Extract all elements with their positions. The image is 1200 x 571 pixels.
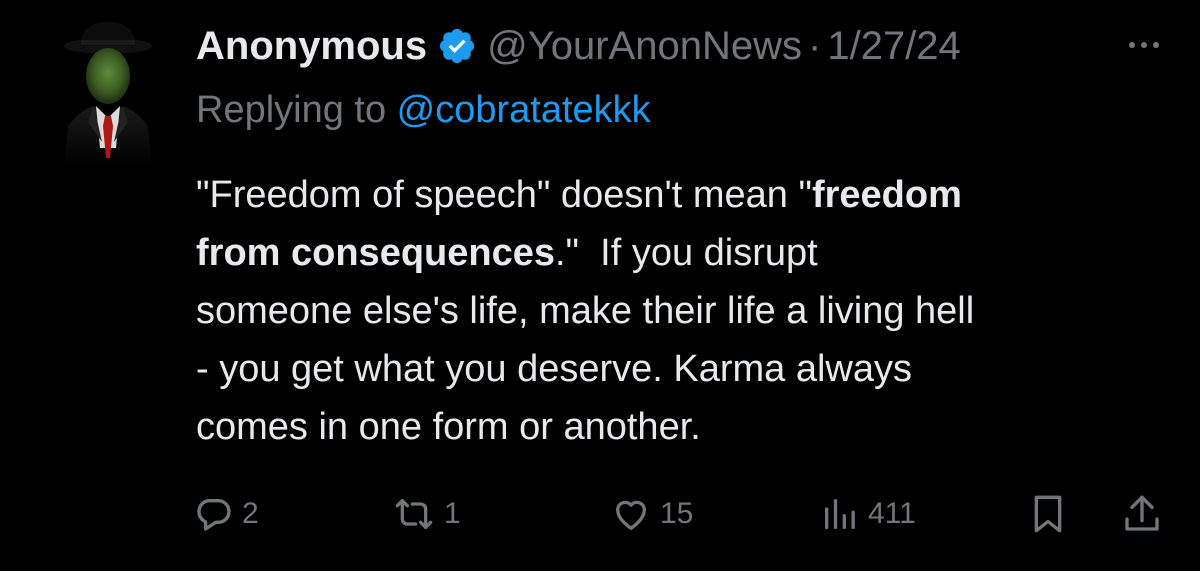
avatar[interactable] [58,18,158,168]
reply-button[interactable]: 2 [194,490,259,538]
tweet-text-line: someone else's life, make their life a l… [196,290,975,332]
repost-icon [395,499,433,529]
bookmark-icon [1034,495,1062,533]
share-button[interactable] [1122,490,1162,538]
bookmark-button[interactable] [1028,490,1068,538]
tweet-text-line: comes in one form or another. [196,406,701,448]
reply-count: 2 [242,497,259,530]
tweet-text: "Freedom of speech" doesn't mean "freedo… [196,166,1186,456]
replying-to: Replying to @cobratatekkk [196,86,651,134]
like-button[interactable]: 15 [610,490,693,538]
tweet-text-line: from consequences." If you disrupt [196,224,1186,282]
repost-count: 1 [444,497,461,530]
tweet-header: Anonymous @YourAnonNews · 1/27/24 [196,22,961,70]
anonymous-avatar-icon [64,22,152,168]
tweet-text-bold: freedom [811,174,962,216]
tweet-text-line: - you get what you deserve. Karma always [196,348,913,390]
views-count: 411 [868,497,916,530]
views-icon [825,499,855,529]
tweet-text-line: "Freedom of speech" doesn't mean "freedo… [196,166,1186,224]
action-bar: 2 1 15 411 [0,490,1200,538]
header-separator: · [808,24,822,68]
author-handle[interactable]: @YourAnonNews [487,22,802,70]
more-options-icon[interactable] [1124,30,1164,60]
replying-to-label: Replying to [196,89,397,131]
share-icon [1125,495,1159,531]
like-count: 15 [660,497,694,530]
reply-icon [197,499,231,531]
display-name[interactable]: Anonymous [196,22,427,70]
reply-to-handle[interactable]: @cobratatekkk [397,89,651,131]
tweet-text-segment: ." If you disrupt [555,232,818,274]
views-button[interactable]: 411 [820,490,916,538]
tweet-text-segment: "Freedom of speech" doesn't mean " [196,174,812,216]
repost-button[interactable]: 1 [392,490,461,538]
tweet-text-bold: from consequences [196,232,555,274]
verified-badge-icon[interactable] [437,26,477,66]
tweet-date[interactable]: 1/27/24 [827,22,960,70]
like-icon [616,500,646,530]
tweet[interactable]: Anonymous @YourAnonNews · 1/27/24 Replyi… [0,0,1200,571]
